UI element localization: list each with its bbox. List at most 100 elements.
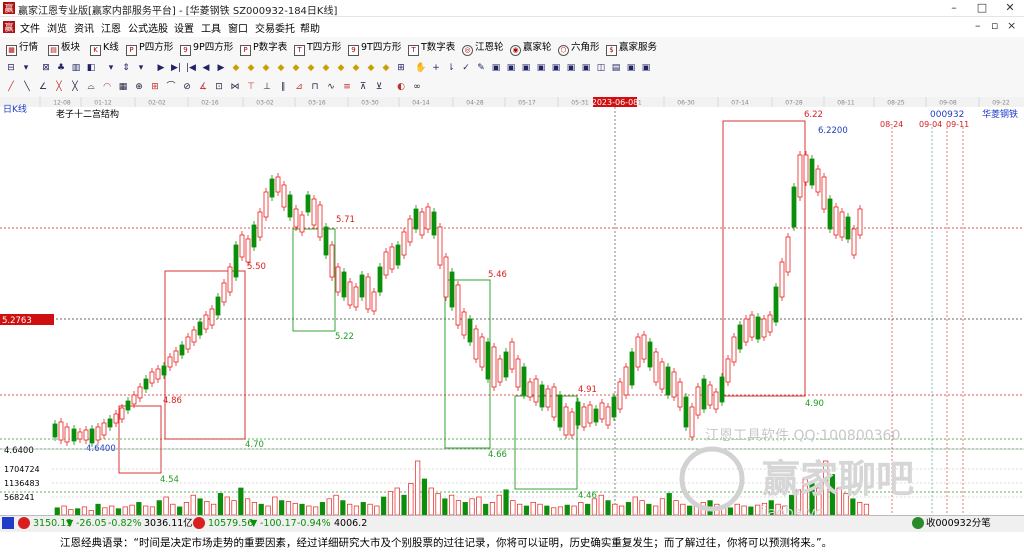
- toolbar-service-button[interactable]: $ 赢家服务: [606, 40, 657, 56]
- analysis-tool-23-icon[interactable]: ⊼: [356, 80, 370, 94]
- toolbar-gann-wheel-button[interactable]: ◎ 江恩轮: [462, 40, 504, 56]
- tool-23-icon[interactable]: ◆: [349, 61, 363, 75]
- analysis-tool-13-icon[interactable]: ∡: [196, 80, 210, 94]
- doc-close-button[interactable]: ×: [1007, 19, 1016, 32]
- analysis-tool-15-icon[interactable]: ⋈: [228, 80, 242, 94]
- tool-37-icon[interactable]: ▣: [564, 61, 578, 75]
- tool-7-icon[interactable]: ▾: [104, 61, 118, 75]
- tool-16-icon[interactable]: ◆: [244, 61, 258, 75]
- menu-window[interactable]: 窗口: [228, 20, 248, 35]
- toolbar-p-table-button[interactable]: P P数字表: [240, 40, 287, 56]
- tool-35-icon[interactable]: ▣: [534, 61, 548, 75]
- minimize-button[interactable]: –: [940, 0, 968, 16]
- tool-22-icon[interactable]: ◆: [334, 61, 348, 75]
- toolbar-p-square-button[interactable]: P P四方形: [126, 40, 173, 56]
- menu-info[interactable]: 资讯: [74, 20, 94, 35]
- volume-bar: [428, 487, 434, 516]
- toolbar-t-table-button[interactable]: T T数字表: [408, 40, 455, 56]
- tool-40-icon[interactable]: ▤: [609, 61, 623, 75]
- doc-restore-button[interactable]: ▫: [991, 19, 998, 32]
- toolbar-hexagon-button[interactable]: ⬡ 六角形: [558, 40, 600, 56]
- analysis-tool-21-icon[interactable]: ∿: [324, 80, 338, 94]
- tool-29-icon[interactable]: ⇂: [444, 61, 458, 75]
- tool-26-icon[interactable]: ⊞: [394, 61, 408, 75]
- toolbar-sector-button[interactable]: ▤ 板块: [48, 40, 80, 56]
- toolbar-9t-square-button[interactable]: 9 9T四方形: [348, 40, 401, 56]
- analysis-tool-18-icon[interactable]: ∥: [276, 80, 290, 94]
- tool-8-icon[interactable]: ⇕: [119, 61, 133, 75]
- tool-38-icon[interactable]: ▣: [579, 61, 593, 75]
- doc-minimize-button[interactable]: –: [975, 19, 981, 32]
- menu-gann[interactable]: 江恩: [101, 20, 121, 35]
- tool-34-icon[interactable]: ▣: [519, 61, 533, 75]
- tool-19-icon[interactable]: ◆: [289, 61, 303, 75]
- menu-tools[interactable]: 工具: [201, 20, 221, 35]
- tool-6-icon[interactable]: ◧: [84, 61, 98, 75]
- tool-10-icon[interactable]: ▶: [154, 61, 168, 75]
- analysis-tool-19-icon[interactable]: ⊿: [292, 80, 306, 94]
- tool-20-icon[interactable]: ◆: [304, 61, 318, 75]
- tool-30-icon[interactable]: ✓: [459, 61, 473, 75]
- analysis-tool-26-icon[interactable]: ∞: [410, 80, 424, 94]
- toolbar-9p-square-button[interactable]: 9 9P四方形: [180, 40, 233, 56]
- tool-13-icon[interactable]: ◀: [199, 61, 213, 75]
- tool-18-icon[interactable]: ◆: [274, 61, 288, 75]
- menu-trade[interactable]: 交易委托: [255, 20, 295, 35]
- tool-36-icon[interactable]: ▣: [549, 61, 563, 75]
- menu-file[interactable]: 文件: [20, 20, 40, 35]
- app-menu-icon[interactable]: 赢: [3, 21, 15, 33]
- analysis-tool-7-icon[interactable]: ◠: [100, 80, 114, 94]
- menu-help[interactable]: 帮助: [300, 20, 320, 35]
- tool-32-icon[interactable]: ▣: [489, 61, 503, 75]
- analysis-tool-4-icon[interactable]: ╳: [52, 80, 66, 94]
- analysis-tool-11-icon[interactable]: ⌒: [164, 80, 178, 94]
- tool-27-icon[interactable]: ✋: [414, 61, 428, 75]
- toolbar-winner-wheel-button[interactable]: ◉ 赢家轮: [510, 40, 552, 56]
- analysis-tool-16-icon[interactable]: ⊤: [244, 80, 258, 94]
- toolbar-quotes-button[interactable]: ▦ 行情: [6, 40, 38, 56]
- tool-17-icon[interactable]: ◆: [259, 61, 273, 75]
- analysis-tool-9-icon[interactable]: ⊕: [132, 80, 146, 94]
- analysis-tool-20-icon[interactable]: ⊓: [308, 80, 322, 94]
- maximize-button[interactable]: □: [968, 0, 996, 16]
- analysis-tool-6-icon[interactable]: ⌓: [84, 80, 98, 94]
- menu-settings[interactable]: 设置: [174, 20, 194, 35]
- menu-formula-select[interactable]: 公式选股: [128, 20, 168, 35]
- analysis-tool-2-icon[interactable]: ╲: [20, 80, 34, 94]
- tool-3-icon[interactable]: ⊠: [39, 61, 53, 75]
- toolbar-t-square-button[interactable]: T T四方形: [294, 40, 341, 56]
- tool-39-icon[interactable]: ◫: [594, 61, 608, 75]
- analysis-tool-1-icon[interactable]: ╱: [4, 80, 18, 94]
- analysis-tool-10-icon[interactable]: ⊞: [148, 80, 162, 94]
- tool-15-icon[interactable]: ◆: [229, 61, 243, 75]
- tool-9-icon[interactable]: ▾: [134, 61, 148, 75]
- analysis-tool-5-icon[interactable]: ╳: [68, 80, 82, 94]
- tool-11-icon[interactable]: ▶|: [169, 61, 183, 75]
- analysis-tool-3-icon[interactable]: ∠: [36, 80, 50, 94]
- analysis-tool-24-icon[interactable]: ⊻: [372, 80, 386, 94]
- analysis-tool-12-icon[interactable]: ⊘: [180, 80, 194, 94]
- tool-21-icon[interactable]: ◆: [319, 61, 333, 75]
- tool-33-icon[interactable]: ▣: [504, 61, 518, 75]
- analysis-tool-22-icon[interactable]: ≡: [340, 80, 354, 94]
- tool-1-icon[interactable]: ⊟: [4, 61, 18, 75]
- close-window-button[interactable]: ✕: [996, 0, 1024, 16]
- analysis-tool-25-icon[interactable]: ◐: [394, 80, 408, 94]
- toolbar-kline-button[interactable]: K K线: [90, 40, 119, 56]
- tool-14-icon[interactable]: ▶: [214, 61, 228, 75]
- tool-24-icon[interactable]: ◆: [364, 61, 378, 75]
- tool-28-icon[interactable]: +: [429, 61, 443, 75]
- analysis-tool-17-icon[interactable]: ⊥: [260, 80, 274, 94]
- kline-chart[interactable]: 12-08 01-12 02-02 02-16 03-02 03-16 03-30 04-14…: [0, 97, 1024, 517]
- tool-42-icon[interactable]: ▣: [639, 61, 653, 75]
- analysis-tool-8-icon[interactable]: ▦: [116, 80, 130, 94]
- tool-25-icon[interactable]: ◆: [379, 61, 393, 75]
- menu-browse[interactable]: 浏览: [47, 20, 67, 35]
- tool-41-icon[interactable]: ▣: [624, 61, 638, 75]
- tool-2-icon[interactable]: ▾: [19, 61, 33, 75]
- tool-31-icon[interactable]: ✎: [474, 61, 488, 75]
- tool-4-icon[interactable]: ♣: [54, 61, 68, 75]
- tool-5-icon[interactable]: ▥: [69, 61, 83, 75]
- analysis-tool-14-icon[interactable]: ⊡: [212, 80, 226, 94]
- tool-12-icon[interactable]: |◀: [184, 61, 198, 75]
